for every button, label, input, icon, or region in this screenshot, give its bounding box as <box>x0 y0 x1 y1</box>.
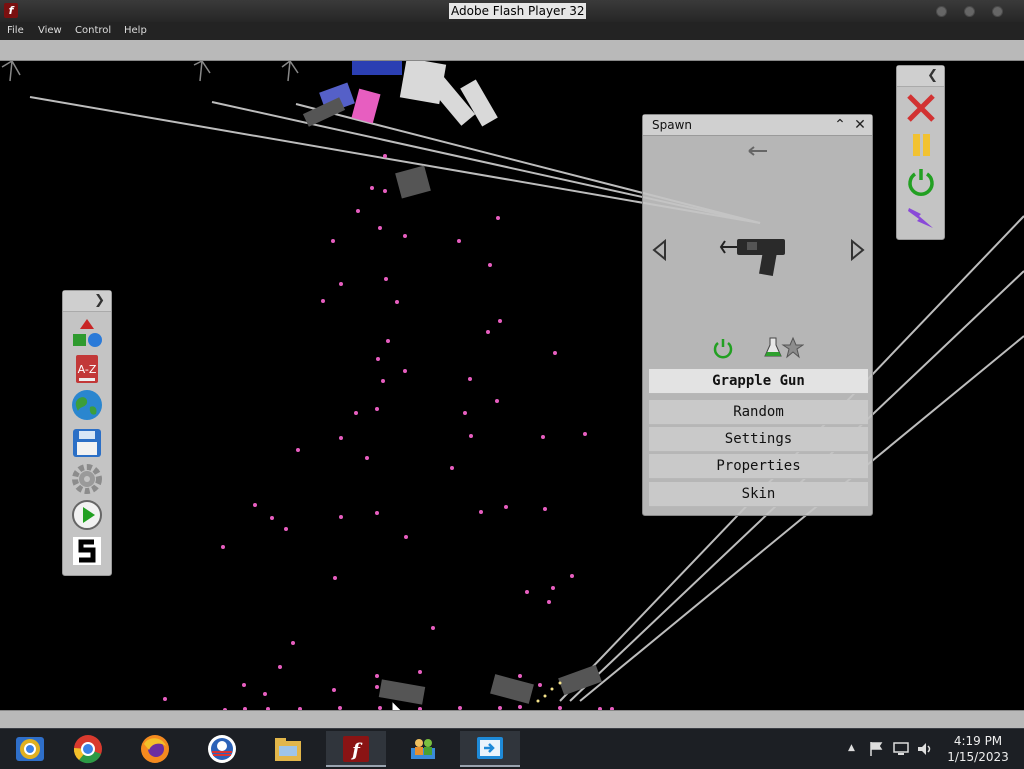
taskbar: f ▲ 4:19 PM 1/15/2023 <box>0 728 1024 769</box>
action-center-flag-icon[interactable] <box>868 741 884 757</box>
close-x-icon[interactable] <box>905 93 937 123</box>
expand-arrow-icon[interactable]: ❯ <box>94 293 105 309</box>
spawn-option-settings[interactable]: Settings <box>649 427 868 452</box>
chrome-icon <box>73 735 102 764</box>
maximize-button[interactable] <box>964 6 975 17</box>
system-clock[interactable]: 4:19 PM 1/15/2023 <box>940 733 1016 765</box>
spawn-option-skin[interactable]: Skin <box>649 482 868 507</box>
grapple-hook-small-icon <box>748 146 767 156</box>
right-toolbar-header: ❮ <box>897 66 944 87</box>
menu-file[interactable]: File <box>7 25 24 37</box>
left-toolbar-header: ❯ <box>63 291 111 312</box>
flash-player-icon: f <box>343 736 369 762</box>
network-status-icon[interactable] <box>893 741 909 757</box>
spawn-option-random[interactable]: Random <box>649 400 868 425</box>
volume-icon[interactable] <box>917 741 933 757</box>
globe-icon[interactable] <box>70 389 104 421</box>
shapes-icon[interactable] <box>70 317 104 349</box>
right-toolbar: ❮ <box>896 65 945 240</box>
taskbar-app-firefox[interactable] <box>125 731 185 767</box>
menu-view[interactable]: View <box>38 25 62 37</box>
chrome-icon <box>16 737 44 761</box>
pause-icon[interactable] <box>905 130 937 160</box>
remote-desktop-icon <box>477 737 503 759</box>
s-logo-icon[interactable] <box>70 535 104 567</box>
grapple-gun-icon <box>719 239 785 277</box>
settings-gear-icon[interactable] <box>70 463 104 495</box>
spawn-panel-header: Spawn ⌃ ✕ <box>643 115 872 136</box>
spawn-option-grapple-gun[interactable]: Grapple Gun <box>649 369 868 394</box>
left-toolbar: ❯ A-Z <box>62 290 112 576</box>
flash-app-icon: f <box>4 3 18 18</box>
top-game-bar <box>0 40 1024 61</box>
menu-control[interactable]: Control <box>75 25 111 37</box>
edge-like-icon <box>208 735 236 763</box>
spawn-panel: Spawn ⌃ ✕ Grapple Gun Random Settings Pr… <box>642 114 873 516</box>
menu-help[interactable]: Help <box>124 25 147 37</box>
play-icon[interactable] <box>70 499 104 531</box>
taskbar-app-flash-player[interactable]: f <box>326 731 386 767</box>
taskbar-app-remote-desktop[interactable] <box>460 731 520 767</box>
next-item-icon[interactable] <box>848 239 866 261</box>
taskbar-app-network[interactable] <box>393 731 453 767</box>
dictionary-text: A-Z <box>78 363 97 376</box>
taskbar-app-chrome-canary[interactable] <box>0 731 60 767</box>
taskbar-app-browser[interactable] <box>192 731 252 767</box>
firefox-icon <box>141 735 169 763</box>
taskbar-app-chrome[interactable] <box>58 731 118 767</box>
spawn-panel-title: Spawn <box>652 118 693 132</box>
collapse-arrow-icon[interactable]: ❮ <box>927 68 938 84</box>
window-title: Adobe Flash Player 32 <box>449 3 587 19</box>
close-window-button[interactable] <box>992 6 1003 17</box>
minimize-panel-icon[interactable]: ⌃ <box>831 116 849 134</box>
menu-bar: File View Control Help <box>0 22 1024 40</box>
previous-item-icon[interactable] <box>651 239 669 261</box>
tray-overflow-icon[interactable]: ▲ <box>848 741 855 755</box>
taskbar-app-file-explorer[interactable] <box>258 731 318 767</box>
file-explorer-icon <box>275 738 301 761</box>
clock-date: 1/15/2023 <box>947 750 1009 764</box>
power-icon[interactable] <box>905 166 937 196</box>
clock-time: 4:19 PM <box>953 734 1003 748</box>
close-panel-icon[interactable]: ✕ <box>851 116 869 134</box>
minimize-button[interactable] <box>936 6 947 17</box>
bottom-game-bar <box>0 710 1024 729</box>
flask-star-icon[interactable] <box>764 335 804 361</box>
window-title-bar: f Adobe Flash Player 32 <box>0 0 1024 22</box>
spawn-option-properties[interactable]: Properties <box>649 454 868 479</box>
save-disk-icon[interactable] <box>70 427 104 459</box>
lightning-icon[interactable] <box>905 202 937 232</box>
network-people-icon <box>411 739 435 759</box>
dictionary-a-z-icon[interactable]: A-Z <box>70 353 104 385</box>
power-toggle-icon[interactable] <box>711 337 735 359</box>
